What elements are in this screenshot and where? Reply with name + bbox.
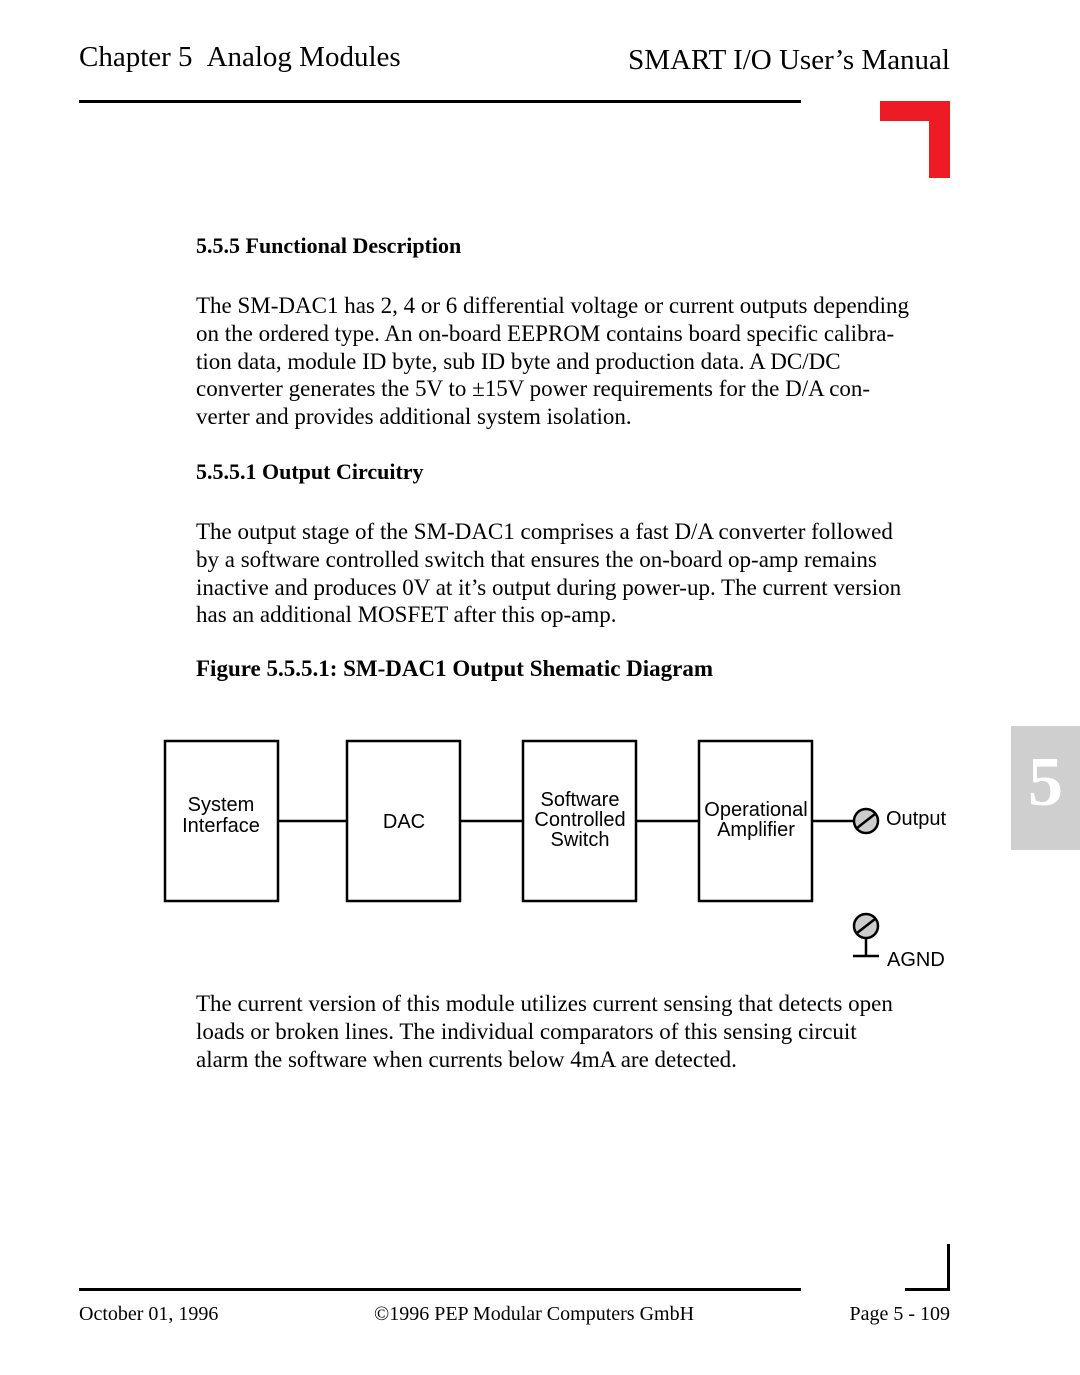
block-label: DAC — [383, 811, 425, 833]
paragraph-current-sensing: The current version of this module utili… — [196, 990, 956, 1073]
figure-caption: Figure 5.5.5.1: SM-DAC1 Output Shematic … — [196, 656, 714, 681]
paragraph-line: The output stage of the SM-DAC1 comprise… — [196, 519, 893, 544]
paragraph-line: The current version of this module utili… — [196, 991, 893, 1016]
chapter-tab-number: 5 — [1028, 744, 1063, 821]
paragraph-line: alarm the software when currents below 4… — [196, 1046, 737, 1072]
manual-title: SMART I/O User’s Manual — [628, 44, 950, 76]
output-label: Output — [886, 808, 946, 830]
block-dac — [345, 739, 462, 903]
red-corner-mark-vertical — [929, 101, 950, 178]
paragraph-line: The SM-DAC1 has 2, 4 or 6 differential v… — [196, 293, 910, 318]
block-label: System — [188, 794, 255, 816]
paragraph-functional-description: The SM-DAC1 has 2, 4 or 6 differential v… — [196, 292, 956, 431]
block-label: Controlled — [534, 809, 625, 831]
schematic-diagram: System Interface DAC Software Controlled… — [0, 0, 1080, 1375]
chapter-tab: 5 — [1011, 726, 1080, 850]
paragraph-line: verter and provides additional system is… — [196, 404, 632, 430]
footer-copyright: ©1996 PEP Modular Computers GmbH — [374, 1303, 695, 1325]
chapter-heading: Chapter 5 Analog Modules — [79, 41, 401, 74]
output-terminal-icon — [852, 807, 880, 835]
paragraph-line: has an additional MOSFET after this op-a… — [196, 602, 617, 628]
agnd-label: AGND — [887, 949, 945, 971]
paragraph-output-circuitry: The output stage of the SM-DAC1 comprise… — [196, 518, 956, 629]
block-label: Switch — [551, 829, 610, 851]
block-system-interface — [163, 739, 280, 903]
footer-rule — [79, 1288, 801, 1291]
section-heading-output-circuitry: 5.5.5.1 Output Circuitry — [196, 459, 424, 484]
paragraph-line: tion data, module ID byte, sub ID byte a… — [196, 348, 841, 374]
block-operational-amplifier — [697, 739, 814, 903]
block-label: Operational — [704, 799, 807, 821]
ground-terminal-icon — [852, 912, 880, 958]
paragraph-line: on the ordered type. An on-board EEPROM … — [196, 320, 895, 346]
paragraph-line: converter generates the 5V to ±15V power… — [196, 376, 871, 402]
footer-corner-mark-horizontal — [905, 1288, 950, 1291]
paragraph-line: loads or broken lines. The individual co… — [196, 1018, 857, 1044]
chapter-title: Analog Modules — [206, 41, 401, 73]
block-label: Interface — [182, 815, 260, 837]
footer-corner-mark-vertical — [947, 1244, 950, 1291]
footer-page-number: Page 5 - 109 — [849, 1303, 950, 1325]
paragraph-line: inactive and produces 0V at it’s output … — [196, 574, 902, 600]
paragraph-line: by a software controlled switch that ens… — [196, 546, 877, 572]
block-label: Amplifier — [717, 819, 795, 841]
schematic-svg: System Interface DAC Software Controlled… — [163, 739, 946, 971]
block-label: Software — [541, 789, 620, 811]
chapter-label: Chapter 5 — [79, 41, 193, 73]
header-rule — [79, 100, 801, 103]
block-software-controlled-switch — [521, 739, 638, 903]
section-heading-functional-description: 5.5.5 Functional Description — [196, 233, 462, 258]
footer-date: October 01, 1996 — [79, 1303, 219, 1325]
